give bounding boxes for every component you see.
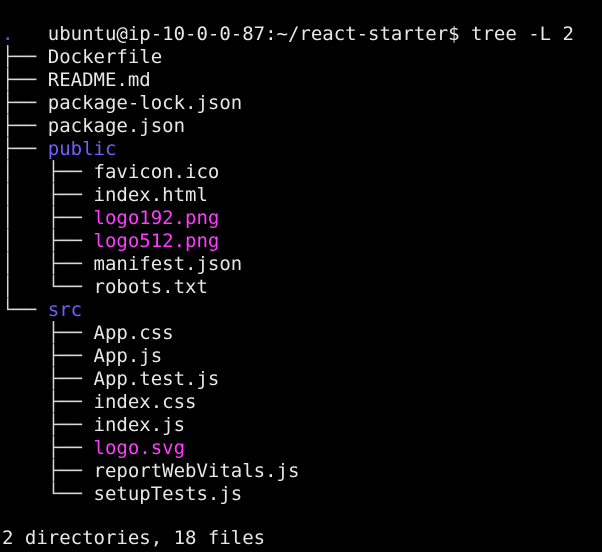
tree-entry: │ ├── logo512.png <box>2 230 219 253</box>
file-name: index.html <box>93 184 208 206</box>
file-name: index.js <box>93 414 186 436</box>
directory-name: public <box>47 138 117 160</box>
tree-branch: │ ├── <box>2 161 94 183</box>
tree-branch: ├── <box>2 92 48 114</box>
tree-entry: ├── Dockerfile <box>2 46 162 69</box>
tree-branch: ├── <box>2 69 48 91</box>
file-name: Dockerfile <box>47 46 163 68</box>
file-name: package.json <box>47 115 186 137</box>
tree-branch: │ ├── <box>2 184 94 206</box>
tree-entry: │ ├── favicon.ico <box>2 161 219 184</box>
tree-branch: └── <box>2 299 48 321</box>
file-name: App.js <box>93 345 163 367</box>
tree-branch: ├── <box>2 138 48 160</box>
directory-name: src <box>47 299 83 321</box>
tree-entry: └── src <box>2 299 82 322</box>
tree-entry: ├── index.css <box>2 391 197 414</box>
tree-entry: ├── App.js <box>2 345 162 368</box>
tree-entry: ├── reportWebVitals.js <box>2 460 300 483</box>
image-file-name: logo512.png <box>93 230 220 252</box>
file-name: App.test.js <box>93 368 220 390</box>
file-name: favicon.ico <box>93 161 220 183</box>
tree-branch: ├── <box>2 414 94 436</box>
tree-root: . <box>2 23 14 45</box>
tree-entry: ├── logo.svg <box>2 437 185 460</box>
file-name: README.md <box>47 69 151 91</box>
tree-branch: ├── <box>2 322 94 344</box>
tree-entry: ├── package-lock.json <box>2 92 242 115</box>
tree-branch: └── <box>2 483 94 505</box>
file-name: reportWebVitals.js <box>93 460 300 482</box>
file-name: robots.txt <box>93 276 208 298</box>
tree-branch: │ └── <box>2 276 94 298</box>
tree-branch: │ ├── <box>2 207 94 229</box>
command-line: ubuntu@ip-10-0-0-87:~/react-starter$ tre… <box>2 0 574 45</box>
shell-prompt: ubuntu@ip-10-0-0-87:~/react-starter$ <box>47 23 460 45</box>
image-file-name: logo192.png <box>93 207 220 229</box>
tree-entry: ├── index.js <box>2 414 185 437</box>
tree-entry: │ ├── logo192.png <box>2 207 219 230</box>
tree-branch: │ ├── <box>2 230 94 252</box>
tree-branch: ├── <box>2 368 94 390</box>
tree-entry: │ ├── index.html <box>2 184 208 207</box>
tree-branch: ├── <box>2 460 94 482</box>
tree-branch: ├── <box>2 391 94 413</box>
file-name: index.css <box>93 391 197 413</box>
tree-summary: 2 directories, 18 files <box>2 527 266 549</box>
tree-entry: │ └── robots.txt <box>2 276 208 299</box>
file-name: manifest.json <box>93 253 243 275</box>
file-name: setupTests.js <box>93 483 243 505</box>
terminal-window[interactable]: ubuntu@ip-10-0-0-87:~/react-starter$ tre… <box>0 0 602 552</box>
tree-entry: ├── App.test.js <box>2 368 220 391</box>
file-name: App.css <box>93 322 174 344</box>
command-text: tree -L 2 <box>471 23 574 45</box>
tree-entry: ├── package.json <box>2 115 185 138</box>
tree-branch: ├── <box>2 437 94 459</box>
tree-branch: ├── <box>2 115 48 137</box>
tree-branch: ├── <box>2 46 48 68</box>
image-file-name: logo.svg <box>93 437 186 459</box>
tree-entry: │ ├── manifest.json <box>2 253 242 276</box>
tree-entry: └── setupTests.js <box>2 483 242 506</box>
tree-entry: ├── public <box>2 138 116 161</box>
tree-branch: ├── <box>2 345 94 367</box>
file-name: package-lock.json <box>47 92 243 114</box>
tree-entry: ├── App.css <box>2 322 174 345</box>
tree-branch: │ ├── <box>2 253 94 275</box>
tree-entry: ├── README.md <box>2 69 151 92</box>
